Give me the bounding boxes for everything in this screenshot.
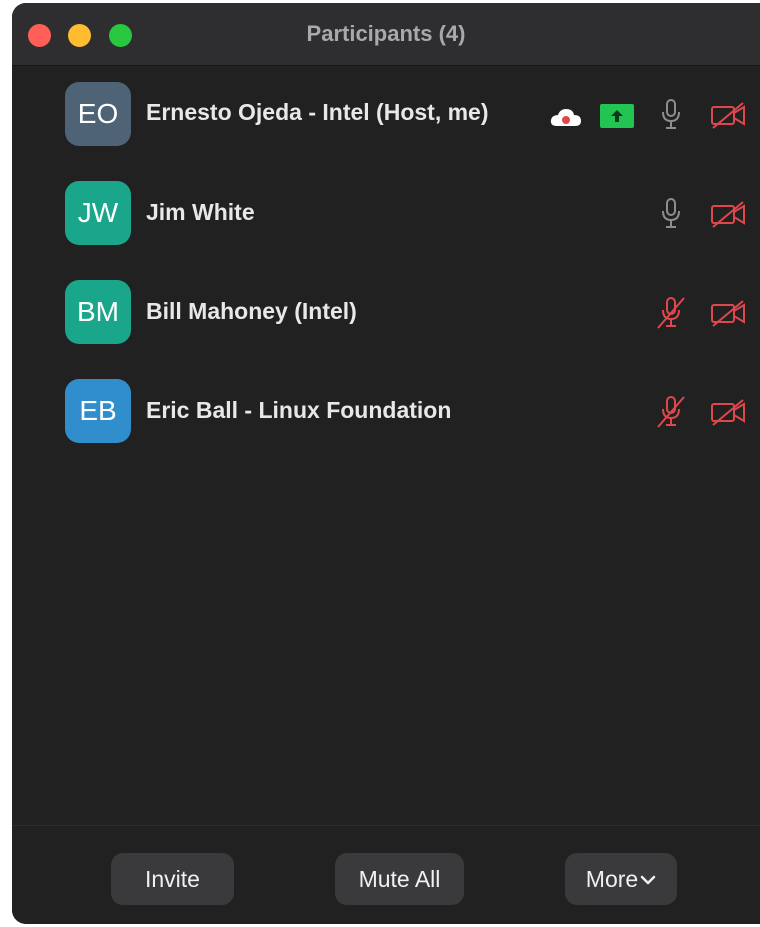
more-button[interactable]: More: [565, 853, 677, 905]
video-off-icon[interactable]: [710, 100, 748, 130]
participant-row[interactable]: EB Eric Ball - Linux Foundation: [12, 371, 760, 451]
participant-row[interactable]: JW Jim White: [12, 173, 760, 253]
microphone-muted-icon[interactable]: [654, 296, 688, 330]
participants-footer: Invite Mute All More: [12, 825, 760, 924]
microphone-icon[interactable]: [660, 197, 682, 231]
video-off-icon[interactable]: [710, 298, 748, 328]
microphone-muted-icon[interactable]: [654, 395, 688, 429]
participant-row[interactable]: BM Bill Mahoney (Intel): [12, 272, 760, 352]
title-bar[interactable]: Participants (4): [12, 3, 760, 66]
invite-button[interactable]: Invite: [111, 853, 234, 905]
cloud-recording-icon: [550, 109, 581, 126]
avatar: JW: [65, 181, 131, 245]
avatar: EB: [65, 379, 131, 443]
participant-name: Bill Mahoney (Intel): [146, 298, 357, 324]
participant-name: Jim White: [146, 199, 255, 225]
avatar: EO: [65, 82, 131, 146]
mute-all-button[interactable]: Mute All: [335, 853, 464, 905]
participant-name: Ernesto Ojeda - Intel (Host, me): [146, 99, 489, 125]
participant-row[interactable]: EO Ernesto Ojeda - Intel (Host, me): [12, 74, 760, 154]
participant-name: Eric Ball - Linux Foundation: [146, 397, 452, 423]
video-off-icon[interactable]: [710, 397, 748, 427]
more-button-label: More: [585, 865, 639, 892]
avatar: BM: [65, 280, 131, 344]
chevron-down-icon: [640, 876, 656, 885]
window-title: Participants (4): [306, 21, 466, 46]
screen-share-icon: [600, 104, 634, 128]
microphone-icon[interactable]: [660, 98, 682, 132]
video-off-icon[interactable]: [710, 199, 748, 229]
participants-window: Participants (4) EO Ernesto Ojeda - Inte…: [12, 3, 760, 924]
